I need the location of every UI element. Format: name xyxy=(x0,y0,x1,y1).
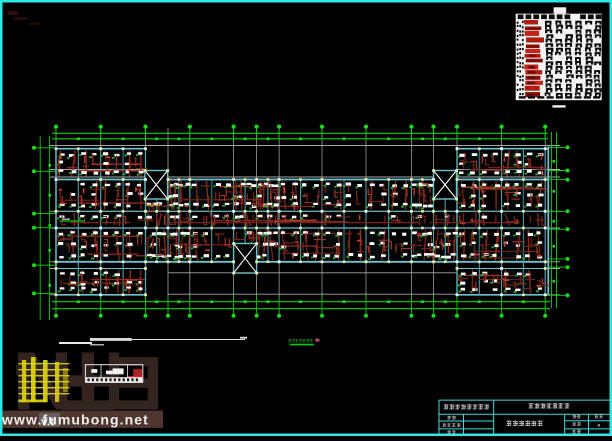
svg-text:www.fumubong.net: www.fumubong.net xyxy=(1,412,149,428)
svg-text:v.t: v.t xyxy=(41,414,54,428)
